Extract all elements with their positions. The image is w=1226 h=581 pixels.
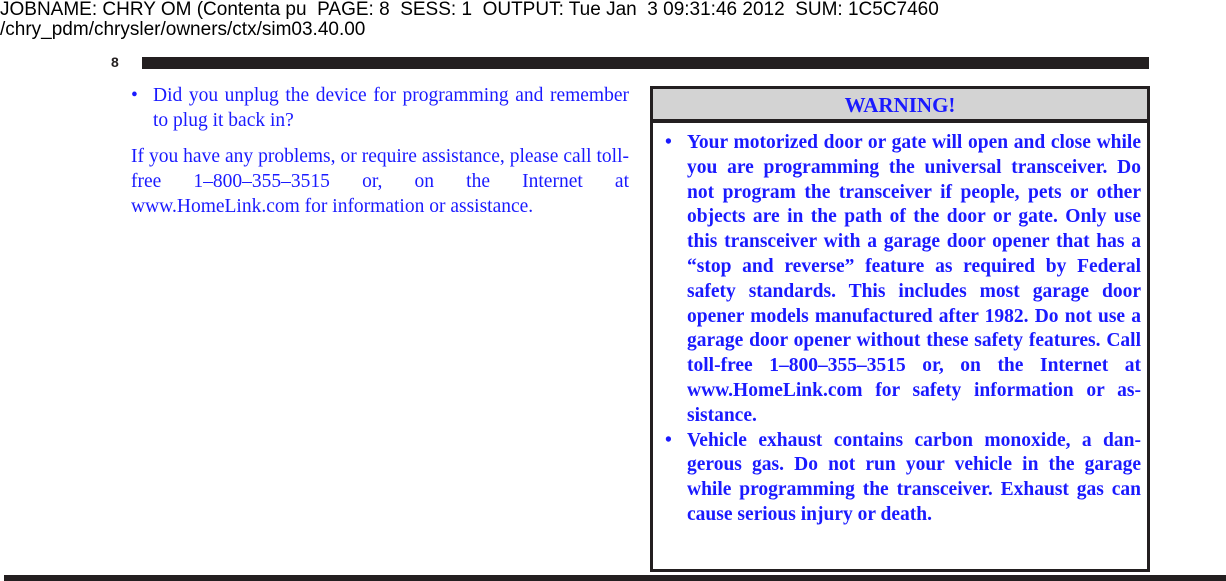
bullet-icon: • <box>131 85 138 106</box>
header-rule <box>142 57 1149 69</box>
warning-item: • Your motorized door or gate will open … <box>665 131 1141 429</box>
warning-item: • Vehicle exhaust contains carbon monoxi… <box>665 429 1141 528</box>
warning-body: • Your motorized door or gate will open … <box>653 123 1147 528</box>
bullet-icon: • <box>665 132 672 153</box>
footer-rule <box>4 575 1226 581</box>
assistance-paragraph: If you have any problems, or require ass… <box>131 146 629 217</box>
warning-item-text: Vehicle exhaust contains carbon monoxide… <box>687 429 1141 525</box>
bullet-icon: • <box>665 429 672 451</box>
job-header-line1: JOBNAME: CHRY OM (Contenta pu PAGE: 8 SE… <box>0 0 939 20</box>
warning-box: WARNING! • Your motorized door or gate w… <box>650 86 1150 572</box>
job-header: JOBNAME: CHRY OM (Contenta pu PAGE: 8 SE… <box>0 0 939 40</box>
bullet-text: Did you unplug the device for programmin… <box>153 85 629 131</box>
page-number: 8 <box>111 54 119 70</box>
job-header-line2: /chry_pdm/chrysler/owners/ctx/sim03.40.0… <box>0 19 366 40</box>
list-item: • Did you unplug the device for programm… <box>131 83 629 133</box>
warning-item-text: Your motorized door or gate will open an… <box>687 132 1141 426</box>
left-column: • Did you unplug the device for programm… <box>131 83 629 219</box>
warning-title: WARNING! <box>653 89 1147 123</box>
